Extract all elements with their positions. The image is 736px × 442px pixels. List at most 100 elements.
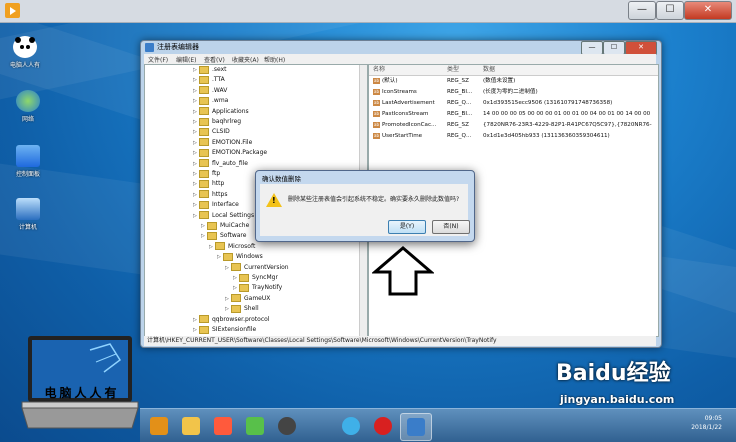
expand-toggle-icon[interactable]: ▷ bbox=[225, 304, 230, 314]
expand-toggle-icon[interactable]: ▷ bbox=[193, 325, 198, 335]
expand-toggle-icon[interactable]: ▷ bbox=[193, 315, 198, 325]
folder-icon bbox=[199, 96, 209, 105]
yes-button[interactable]: 是(Y) bbox=[388, 220, 426, 234]
expand-toggle-icon[interactable]: ▷ bbox=[193, 179, 198, 189]
regedit-maximize-button[interactable]: ☐ bbox=[603, 41, 625, 55]
taskbar-qq[interactable] bbox=[272, 413, 302, 439]
tree-node[interactable]: ▷ TrayNotify bbox=[233, 283, 282, 293]
regedit-minimize-button[interactable]: — bbox=[581, 41, 603, 55]
expand-toggle-icon[interactable]: ▷ bbox=[193, 86, 198, 96]
folder-icon bbox=[199, 315, 209, 324]
tree-node[interactable]: ▷ EMOTION.File bbox=[193, 138, 252, 148]
tree-node[interactable]: ▷ Software bbox=[201, 231, 246, 241]
close-button[interactable]: ✕ bbox=[684, 1, 732, 20]
tree-node[interactable]: ▷ MuiCache bbox=[201, 221, 249, 231]
tree-node[interactable]: ▷ Windows bbox=[217, 252, 263, 262]
expand-toggle-icon[interactable]: ▷ bbox=[193, 200, 198, 210]
value-row[interactable]: ab IconStreams REG_BI... (长度为零的二进制值) bbox=[369, 87, 658, 98]
desktop-icon-network[interactable]: 网络 bbox=[8, 90, 48, 123]
expand-toggle-icon[interactable]: ▷ bbox=[201, 231, 206, 241]
menu-favorites[interactable]: 收藏夹(A) bbox=[232, 55, 259, 64]
taskbar-app-green[interactable] bbox=[240, 413, 270, 439]
tree-node[interactable]: ▷ https bbox=[193, 190, 227, 200]
maximize-button[interactable]: ☐ bbox=[656, 1, 684, 20]
value-row[interactable]: ab PastIconsStream REG_BI... 14 00 00 00 05… bbox=[369, 109, 658, 120]
tree-node[interactable]: ▷ Interface bbox=[193, 200, 239, 210]
expand-toggle-icon[interactable]: ▷ bbox=[193, 127, 198, 137]
folder-icon bbox=[223, 252, 233, 261]
expand-toggle-icon[interactable]: ▷ bbox=[193, 96, 198, 106]
taskbar-app-red[interactable] bbox=[208, 413, 238, 439]
no-button[interactable]: 否(N) bbox=[432, 220, 470, 234]
expand-toggle-icon[interactable]: ▷ bbox=[233, 283, 238, 293]
value-name: PromotedIconCac... bbox=[382, 122, 437, 128]
taskbar-app-special[interactable] bbox=[368, 413, 398, 439]
taskbar-browser[interactable] bbox=[336, 413, 366, 439]
taskbar-file-explorer[interactable] bbox=[176, 413, 206, 439]
tree-node[interactable]: ▷ Applications bbox=[193, 107, 249, 117]
tree-node[interactable]: ▷ CurrentVersion bbox=[225, 263, 289, 273]
expand-toggle-icon[interactable]: ▷ bbox=[201, 221, 206, 231]
tree-node[interactable]: ▷ .TTA bbox=[193, 75, 225, 85]
expand-toggle-icon[interactable]: ▷ bbox=[193, 169, 198, 179]
expand-toggle-icon[interactable]: ▷ bbox=[193, 75, 198, 85]
tree-node[interactable]: ▷ CLSID bbox=[193, 127, 230, 137]
tree-node-label: flv_auto_file bbox=[212, 159, 248, 167]
column-header-data[interactable]: 数据 bbox=[483, 65, 495, 75]
tree-node[interactable]: ▷ qqbrowser.protocol bbox=[193, 315, 269, 325]
tree-node[interactable]: ▷ Local Settings bbox=[193, 211, 254, 221]
desktop-icon-computer[interactable]: 计算机 bbox=[8, 198, 48, 231]
tree-node[interactable]: ▷ .sext bbox=[193, 65, 227, 75]
expand-toggle-icon[interactable]: ▷ bbox=[193, 117, 198, 127]
clock-date: 2018/1/22 bbox=[691, 424, 722, 431]
taskbar-media-player[interactable] bbox=[144, 413, 174, 439]
minimize-button[interactable]: — bbox=[628, 1, 656, 20]
column-header-type[interactable]: 类型 bbox=[447, 65, 459, 75]
menu-file[interactable]: 文件(F) bbox=[148, 55, 168, 64]
taskbar-regedit[interactable] bbox=[400, 413, 432, 441]
tree-node-label: Shell bbox=[244, 305, 259, 313]
expand-toggle-icon[interactable]: ▷ bbox=[233, 273, 238, 283]
expand-toggle-icon[interactable]: ▷ bbox=[193, 159, 198, 169]
expand-toggle-icon[interactable]: ▷ bbox=[193, 211, 198, 221]
expand-toggle-icon[interactable]: ▷ bbox=[193, 138, 198, 148]
tree-node[interactable]: ▷ EMOTION.Package bbox=[193, 148, 267, 158]
tree-node[interactable]: ▷ flv_auto_file bbox=[193, 159, 248, 169]
menu-edit[interactable]: 编辑(E) bbox=[176, 55, 196, 64]
tree-node[interactable]: ▷ baqhrlreg bbox=[193, 117, 241, 127]
tree-node[interactable]: ▷ Shell bbox=[225, 304, 259, 314]
expand-toggle-icon[interactable]: ▷ bbox=[193, 107, 198, 117]
column-header-name[interactable]: 名称 bbox=[373, 65, 385, 75]
value-row[interactable]: ab PromotedIconCac... REG_SZ {7820NR76-23R3… bbox=[369, 120, 658, 131]
tree-node-label: Interface bbox=[212, 201, 239, 209]
tree-node[interactable]: ▷ SyncMgr bbox=[233, 273, 278, 283]
folder-icon bbox=[199, 200, 209, 209]
tree-node[interactable]: ▷ .WAV bbox=[193, 86, 227, 96]
network-globe-icon bbox=[16, 90, 40, 112]
tree-node[interactable]: ▷ Microsoft bbox=[209, 242, 255, 252]
folder-icon bbox=[199, 86, 209, 95]
tree-node[interactable]: ▷ .wma bbox=[193, 96, 228, 106]
value-row[interactable]: ab (默认) REG_SZ (数值未设置) bbox=[369, 76, 658, 87]
expand-toggle-icon[interactable]: ▷ bbox=[193, 148, 198, 158]
desktop: — ☐ ✕ 电脑人人有 网络 控制面板 计算机 注册表编辑器 — ☐ ✕ 文件(… bbox=[0, 0, 736, 442]
value-row[interactable]: ab UserStartTime REG_Q... 0x1d1e3d405hb933 … bbox=[369, 131, 658, 142]
menu-help[interactable]: 帮助(H) bbox=[264, 55, 285, 64]
expand-toggle-icon[interactable]: ▷ bbox=[193, 190, 198, 200]
expand-toggle-icon[interactable]: ▷ bbox=[217, 252, 222, 262]
desktop-icon-control-panel[interactable]: 控制面板 bbox=[8, 145, 48, 178]
menu-view[interactable]: 查看(V) bbox=[204, 55, 225, 64]
expand-toggle-icon[interactable]: ▷ bbox=[225, 294, 230, 304]
tree-node[interactable]: ▷ http bbox=[193, 179, 224, 189]
desktop-icon-panda[interactable]: 电脑人人有 bbox=[5, 36, 45, 69]
tree-node[interactable]: ▷ ftp bbox=[193, 169, 220, 179]
tree-node[interactable]: ▷ GameUX bbox=[225, 294, 270, 304]
value-row[interactable]: ab LastAdvertisement REG_Q... 0x1d393515ecc… bbox=[369, 98, 658, 109]
expand-toggle-icon[interactable]: ▷ bbox=[193, 65, 198, 75]
tray-clock[interactable]: 09:05 2018/1/22 bbox=[672, 414, 722, 432]
expand-toggle-icon[interactable]: ▷ bbox=[225, 263, 230, 273]
expand-toggle-icon[interactable]: ▷ bbox=[209, 242, 214, 252]
regedit-close-button[interactable]: ✕ bbox=[625, 41, 657, 55]
tree-node[interactable]: ▷ SIExtensionfile bbox=[193, 325, 256, 335]
reg-value-icon: ab bbox=[373, 110, 380, 117]
